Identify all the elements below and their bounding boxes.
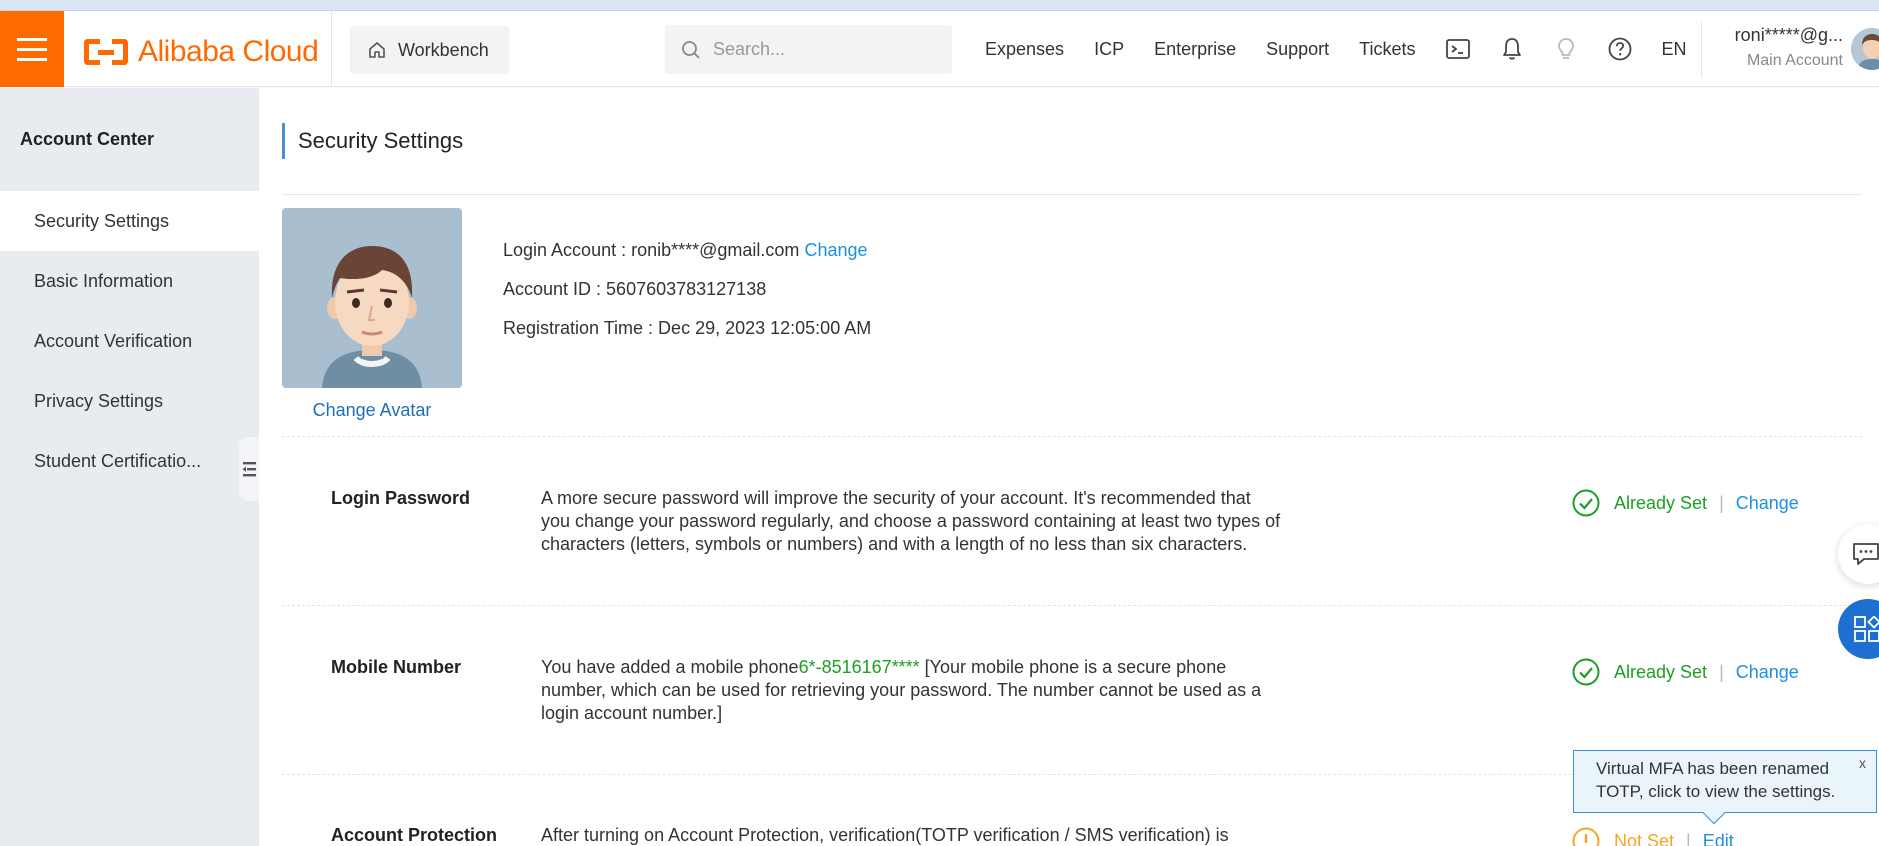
top-nav: Expenses ICP Enterprise Support Tickets …	[985, 11, 1687, 87]
warning-circle-icon	[1572, 827, 1600, 846]
change-mobile-link[interactable]: Change	[1736, 662, 1799, 683]
alibaba-cloud-logo[interactable]: Alibaba Cloud	[84, 35, 319, 69]
nav-enterprise[interactable]: Enterprise	[1154, 39, 1236, 60]
mobile-number-status: Already Set | Change	[1572, 658, 1799, 686]
login-password-status: Already Set | Change	[1572, 489, 1799, 517]
browser-top-strip	[0, 0, 1879, 11]
logo-mark-icon	[84, 39, 128, 65]
totp-rename-tooltip[interactable]: Virtual MFA has been renamed TOTP, click…	[1573, 750, 1877, 825]
workbench-button[interactable]: Workbench	[350, 26, 509, 74]
profile-avatar	[282, 208, 462, 388]
logo-text: Alibaba Cloud	[138, 35, 319, 68]
nav-support[interactable]: Support	[1266, 39, 1329, 60]
login-account-value: ronib****@gmail.com	[631, 240, 800, 260]
change-login-account-link[interactable]: Change	[804, 240, 867, 260]
account-menu[interactable]: roni*****@g... Main Account	[1718, 25, 1843, 70]
nav-icp[interactable]: ICP	[1094, 39, 1124, 60]
apps-grid-icon[interactable]	[1838, 599, 1879, 659]
menu-icon[interactable]	[0, 11, 64, 87]
registration-time: Registration Time : Dec 29, 2023 12:05:0…	[503, 318, 872, 338]
close-icon[interactable]: x	[1859, 752, 1866, 775]
sidebar-item-security-settings[interactable]: Security Settings	[0, 191, 259, 251]
home-icon	[369, 42, 385, 58]
login-account-line: Login Account : ronib****@gmail.com Chan…	[503, 240, 868, 260]
sidebar: Account Center Security Settings Basic I…	[0, 88, 259, 846]
page-title: Security Settings	[282, 123, 463, 159]
account-protection-status-text: Not Set	[1614, 830, 1675, 846]
sidebar-title: Account Center	[20, 129, 155, 149]
terminal-icon[interactable]	[1445, 37, 1470, 61]
edit-account-protection-link[interactable]: Edit	[1703, 831, 1734, 846]
check-circle-icon	[1572, 658, 1600, 686]
search-input[interactable]	[713, 39, 933, 60]
mobile-number-status-text: Already Set	[1614, 661, 1708, 682]
nav-tickets[interactable]: Tickets	[1359, 39, 1415, 60]
account-protection-description: After turning on Account Protection, ver…	[541, 825, 1229, 845]
mobile-number-value: 6*-8516167****	[798, 657, 920, 677]
account-protection-status: Not Set | Edit	[1572, 827, 1734, 846]
account-id: Account ID : 5607603783127138	[503, 279, 767, 299]
login-password-status-text: Already Set	[1614, 492, 1708, 513]
login-password-description: A more secure password will improve the …	[541, 488, 1281, 554]
sidebar-item-privacy-settings[interactable]: Privacy Settings	[0, 371, 259, 431]
lightbulb-icon[interactable]	[1554, 37, 1578, 61]
account-info: Login Account : ronib****@gmail.com Chan…	[503, 240, 871, 357]
mobile-number-label: Mobile Number	[331, 657, 462, 677]
chat-icon[interactable]	[1838, 524, 1879, 584]
account-role: Main Account	[1746, 52, 1843, 69]
search-box[interactable]	[665, 25, 952, 74]
change-avatar-link[interactable]: Change Avatar	[282, 400, 462, 421]
top-header: Alibaba Cloud Workbench Expenses ICP Ent…	[0, 11, 1879, 87]
tooltip-text: Virtual MFA has been renamed TOTP, click…	[1596, 759, 1836, 801]
search-icon	[682, 40, 700, 59]
sidebar-item-basic-information[interactable]: Basic Information	[0, 251, 259, 311]
check-circle-icon	[1572, 489, 1600, 517]
workbench-label: Workbench	[398, 39, 489, 60]
collapse-sidebar-icon[interactable]	[239, 437, 259, 501]
nav-expenses[interactable]: Expenses	[985, 39, 1064, 60]
sidebar-item-student-certification[interactable]: Student Certificatio...	[0, 431, 259, 491]
account-user: roni*****@g...	[1734, 25, 1843, 45]
language-selector[interactable]: EN	[1662, 39, 1687, 60]
sidebar-item-account-verification[interactable]: Account Verification	[0, 311, 259, 371]
account-protection-label: Account Protection	[331, 825, 498, 845]
change-password-link[interactable]: Change	[1736, 493, 1799, 514]
bell-icon[interactable]	[1500, 37, 1524, 61]
mobile-number-description: You have added a mobile phone6*-8516167*…	[541, 657, 1262, 723]
header-avatar[interactable]	[1851, 28, 1879, 70]
help-icon[interactable]	[1608, 37, 1632, 61]
login-password-label: Login Password	[331, 488, 471, 508]
